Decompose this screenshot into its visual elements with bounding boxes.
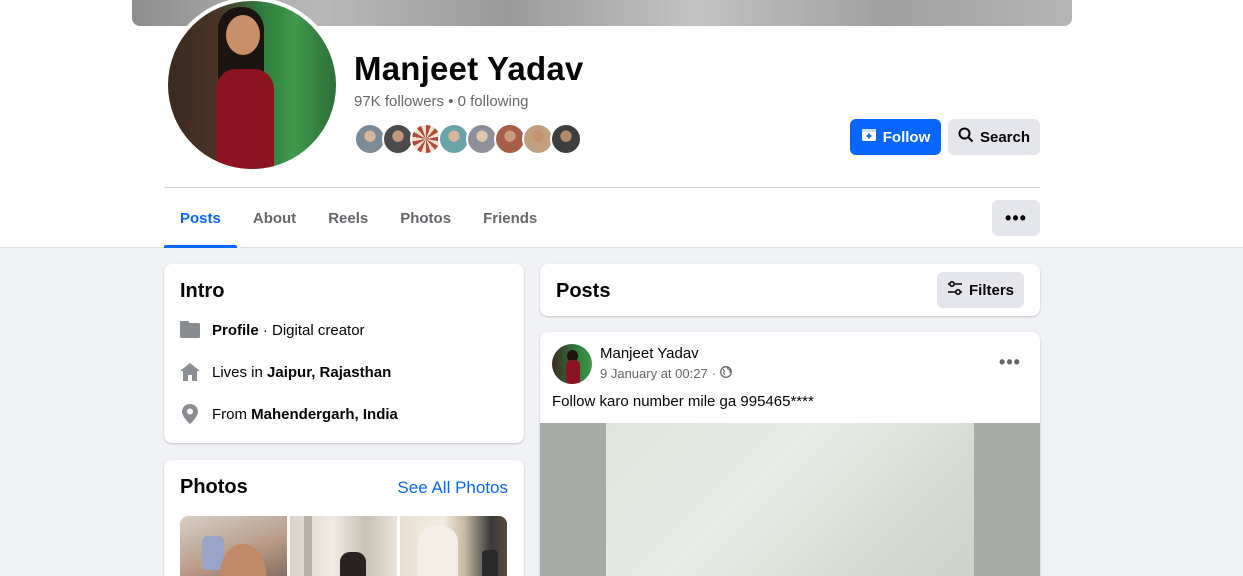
flag-icon (180, 320, 200, 340)
intro-lives-place[interactable]: Jaipur, Rajasthan (267, 364, 391, 381)
location-pin-icon (180, 404, 200, 424)
photo-thumbnail[interactable] (400, 516, 507, 576)
filters-button[interactable]: Filters (937, 272, 1024, 308)
header-divider (164, 187, 1040, 188)
post-author-avatar[interactable] (552, 344, 592, 384)
intro-lives-row: Lives in Jaipur, Rajasthan (180, 362, 391, 382)
mutual-avatars (354, 123, 582, 155)
intro-from-prefix: From (212, 405, 252, 423)
follow-button[interactable]: Follow (850, 119, 941, 155)
filters-label: Filters (968, 281, 1014, 299)
home-icon (180, 362, 200, 382)
post-text: Follow karo number mile ga 995465**** (552, 393, 814, 410)
tab-reels[interactable]: Reels (312, 200, 384, 248)
see-all-photos-link[interactable]: See All Photos (397, 478, 508, 498)
tab-friends[interactable]: Friends (467, 200, 553, 248)
more-options-button[interactable]: ••• (992, 200, 1040, 236)
intro-profile-category: · Digital creator (258, 321, 365, 339)
globe-icon (720, 366, 732, 381)
intro-profile-label: Profile (212, 321, 259, 339)
intro-from-place[interactable]: Mahendergarh, India (251, 406, 398, 423)
search-icon (958, 127, 974, 147)
intro-profile-row: Profile · Digital creator (180, 320, 365, 340)
search-label: Search (979, 128, 1031, 146)
profile-tabs: Posts About Reels Photos Friends (164, 200, 553, 248)
post-timestamp[interactable]: 9 January at 00:27 (600, 366, 708, 381)
photo-grid (180, 516, 507, 576)
tab-about[interactable]: About (237, 200, 312, 248)
profile-header: Manjeet Yadav 97K followers • 0 followin… (0, 0, 1243, 248)
post-options-button[interactable]: ••• (992, 348, 1028, 376)
post-meta: 9 January at 00:27 · (600, 366, 732, 381)
follow-plus-icon (861, 127, 877, 147)
intro-lives-prefix: Lives in (212, 363, 268, 381)
intro-from-row: From Mahendergarh, India (180, 404, 398, 424)
post-card: Manjeet Yadav 9 January at 00:27 · ••• F… (540, 332, 1040, 576)
posts-header-card: Posts Filters (540, 264, 1040, 316)
intro-title: Intro (180, 280, 225, 302)
intro-card: Intro Profile · Digital creator Lives in… (164, 264, 524, 443)
tab-posts[interactable]: Posts (164, 200, 237, 248)
follow-label: Follow (882, 128, 931, 146)
photo-thumbnail[interactable] (180, 516, 287, 576)
profile-avatar[interactable] (168, 1, 336, 169)
tab-photos[interactable]: Photos (384, 200, 467, 248)
post-author-name[interactable]: Manjeet Yadav (600, 345, 699, 362)
post-meta-separator: · (711, 366, 717, 381)
post-image[interactable] (540, 423, 1040, 576)
photo-thumbnail[interactable] (290, 516, 397, 576)
filters-icon (947, 280, 963, 299)
photos-card: Photos See All Photos (164, 460, 524, 576)
profile-name: Manjeet Yadav (354, 50, 584, 87)
follower-stats[interactable]: 97K followers • 0 following (354, 93, 529, 110)
search-button[interactable]: Search (948, 119, 1040, 155)
posts-title: Posts (556, 280, 611, 302)
avatar[interactable] (550, 123, 582, 155)
photos-title: Photos (180, 476, 248, 498)
